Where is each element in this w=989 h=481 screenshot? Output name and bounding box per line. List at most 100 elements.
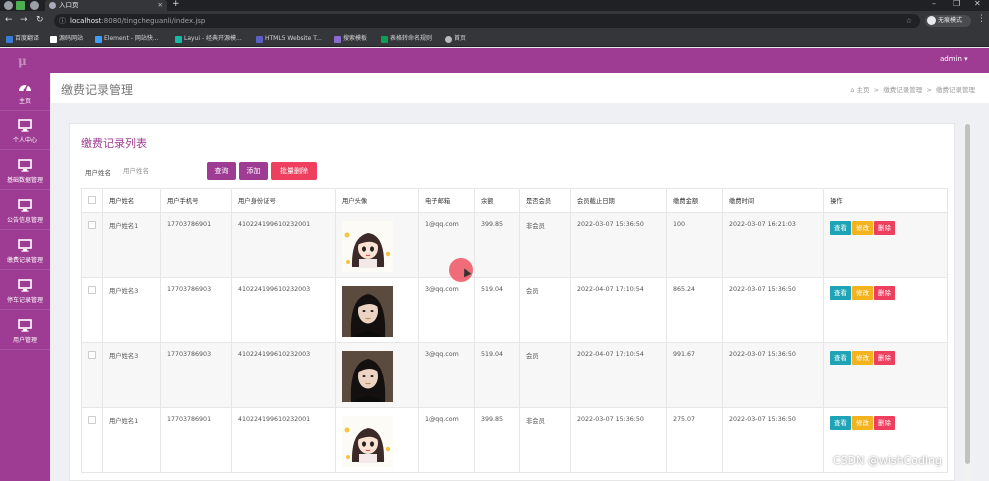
- cell-name: 用户姓名1: [102, 407, 161, 473]
- breadcrumb-home[interactable]: 主页: [857, 86, 870, 94]
- cell-phone: 17703786903: [160, 277, 232, 343]
- delete-button[interactable]: 删除: [874, 286, 895, 300]
- breadcrumb-item[interactable]: 缴费记录管理: [883, 86, 922, 94]
- user-menu[interactable]: admin ▾: [940, 55, 968, 63]
- sidebar-item-payments[interactable]: 缴费记录管理: [0, 232, 50, 270]
- tab-active[interactable]: 入口页 ✕: [45, 0, 167, 11]
- table-row[interactable]: 用户姓名3 17703786903 410224199610232003 3@q…: [81, 277, 948, 343]
- sidebar-item-label: 主页: [18, 98, 31, 105]
- sidebar-item-basic-data[interactable]: 基础数据管理: [0, 152, 50, 190]
- row-select-cell: [81, 407, 103, 473]
- window-close-icon[interactable]: ✕: [974, 0, 981, 8]
- restore-icon[interactable]: ❐: [953, 0, 960, 8]
- column-header: 是否会员: [519, 188, 571, 213]
- back-icon[interactable]: ←: [5, 15, 13, 25]
- cell-amount: 991.67: [666, 342, 723, 408]
- cell-phone: 17703786901: [160, 407, 232, 473]
- sidebar-item-home[interactable]: 主页: [0, 73, 50, 111]
- bookmark-icon: [381, 36, 388, 43]
- sheets-tab-icon[interactable]: [16, 1, 25, 10]
- cell-avatar: [335, 212, 419, 278]
- sidebar-item-users[interactable]: 用户管理: [0, 312, 50, 350]
- cell-member-end: 2022-04-07 17:10:54: [570, 277, 667, 343]
- bookmark-item[interactable]: HTML5 Website T...: [256, 34, 322, 44]
- view-button[interactable]: 查看: [830, 286, 851, 300]
- view-button[interactable]: 查看: [830, 416, 851, 430]
- new-tab-button[interactable]: +: [172, 0, 180, 9]
- table-row[interactable]: 用户姓名3 17703786903 410224199610232003 3@q…: [81, 342, 948, 408]
- pinned-tab-icon[interactable]: [30, 1, 39, 10]
- column-header: 余额: [474, 188, 520, 213]
- avatar-cartoon-girl: [342, 221, 393, 272]
- bookmark-icon: [6, 36, 13, 43]
- bookmark-item[interactable]: 源码网站: [50, 34, 83, 44]
- sidebar-item-label: 公告信息管理: [6, 217, 43, 224]
- cell-member: 会员: [519, 277, 571, 343]
- select-all-checkbox[interactable]: [88, 195, 96, 204]
- cell-member-end: 2022-03-07 15:36:50: [570, 212, 667, 278]
- edit-button[interactable]: 修改: [852, 351, 873, 365]
- globe-icon: [49, 2, 56, 9]
- delete-button[interactable]: 删除: [874, 221, 895, 235]
- browser-menu-icon[interactable]: ⋮: [977, 14, 986, 24]
- sidebar-item-profile[interactable]: 个人中心: [0, 112, 50, 150]
- table-row[interactable]: 用户姓名1 17703786901 410224199610232001 1@q…: [81, 407, 948, 473]
- bookmark-label: 表格转命名规则: [390, 35, 433, 42]
- reload-icon[interactable]: ↻: [36, 15, 44, 25]
- delete-button[interactable]: 删除: [874, 416, 895, 430]
- edit-button[interactable]: 修改: [852, 286, 873, 300]
- cell-email: 3@qq.com: [418, 277, 475, 343]
- cell-balance: 399.85: [474, 212, 520, 278]
- row-checkbox[interactable]: [88, 416, 96, 424]
- scrollbar-thumb[interactable]: [965, 124, 970, 464]
- bookmark-label: 源码网站: [59, 35, 84, 42]
- edit-button[interactable]: 修改: [852, 416, 873, 430]
- search-input[interactable]: [120, 163, 198, 179]
- incognito-badge[interactable]: 无痕模式: [925, 15, 971, 27]
- close-tab-icon[interactable]: ✕: [158, 0, 163, 11]
- view-button[interactable]: 查看: [830, 351, 851, 365]
- bookmark-icon: [256, 36, 263, 43]
- bookmark-item[interactable]: Layui - 经典开源模...: [175, 34, 242, 44]
- column-header: 用户姓名: [102, 188, 161, 213]
- search-button[interactable]: 查询: [207, 162, 236, 180]
- batch-delete-button[interactable]: 批量删除: [271, 162, 317, 180]
- list-title: 缴费记录列表: [81, 137, 147, 150]
- row-select-cell: [81, 277, 103, 343]
- minimize-icon[interactable]: –: [932, 0, 936, 8]
- sidebar-item-parking[interactable]: 停车记录管理: [0, 272, 50, 310]
- delete-button[interactable]: 删除: [874, 351, 895, 365]
- table-row[interactable]: 用户姓名1 17703786901 410224199610232001 1@q…: [81, 212, 948, 278]
- bookmark-item[interactable]: 搜索模板: [334, 34, 367, 44]
- avatar-cartoon-girl: [342, 416, 393, 467]
- address-bar[interactable]: ⓘ localhost:8080/tingcheguanli/index.jsp…: [54, 14, 920, 28]
- cell-phone: 17703786903: [160, 342, 232, 408]
- cell-idcard: 410224199610232001: [231, 212, 336, 278]
- sidebar-item-announcements[interactable]: 公告信息管理: [0, 192, 50, 230]
- row-checkbox[interactable]: [88, 221, 96, 229]
- bookmark-item[interactable]: 表格转命名规则: [381, 34, 432, 44]
- bookmark-item[interactable]: 百度翻译: [6, 34, 39, 44]
- info-icon[interactable]: ⓘ: [59, 14, 66, 28]
- chrome-app-icon[interactable]: [4, 1, 13, 10]
- view-button[interactable]: 查看: [830, 221, 851, 235]
- payment-list-card: 缴费记录列表 用户姓名 查询 添加 批量删除 用户姓名 用户手机号 用户身份证号…: [69, 123, 955, 481]
- bookmark-star-icon[interactable]: ☆: [906, 14, 912, 28]
- add-button[interactable]: 添加: [239, 162, 268, 180]
- bookmark-item[interactable]: Element - 网站快...: [95, 34, 159, 44]
- cell-name: 用户姓名3: [102, 277, 161, 343]
- cell-name: 用户姓名1: [102, 212, 161, 278]
- bookmark-item[interactable]: 首页: [445, 34, 466, 44]
- bookmark-label: 首页: [454, 35, 467, 42]
- column-header: 用户头像: [335, 188, 419, 213]
- bookmark-icon: [50, 36, 57, 43]
- row-checkbox[interactable]: [88, 351, 96, 359]
- forward-icon[interactable]: →: [20, 15, 28, 25]
- edit-button[interactable]: 修改: [852, 221, 873, 235]
- bookmark-label: Layui - 经典开源模...: [184, 35, 242, 42]
- sidebar-item-label: 基础数据管理: [6, 177, 43, 184]
- watermark: CSDN @wishCoding: [833, 454, 943, 467]
- avatar-photo-woman: [342, 286, 393, 337]
- cell-idcard: 410224199610232001: [231, 407, 336, 473]
- row-checkbox[interactable]: [88, 286, 96, 294]
